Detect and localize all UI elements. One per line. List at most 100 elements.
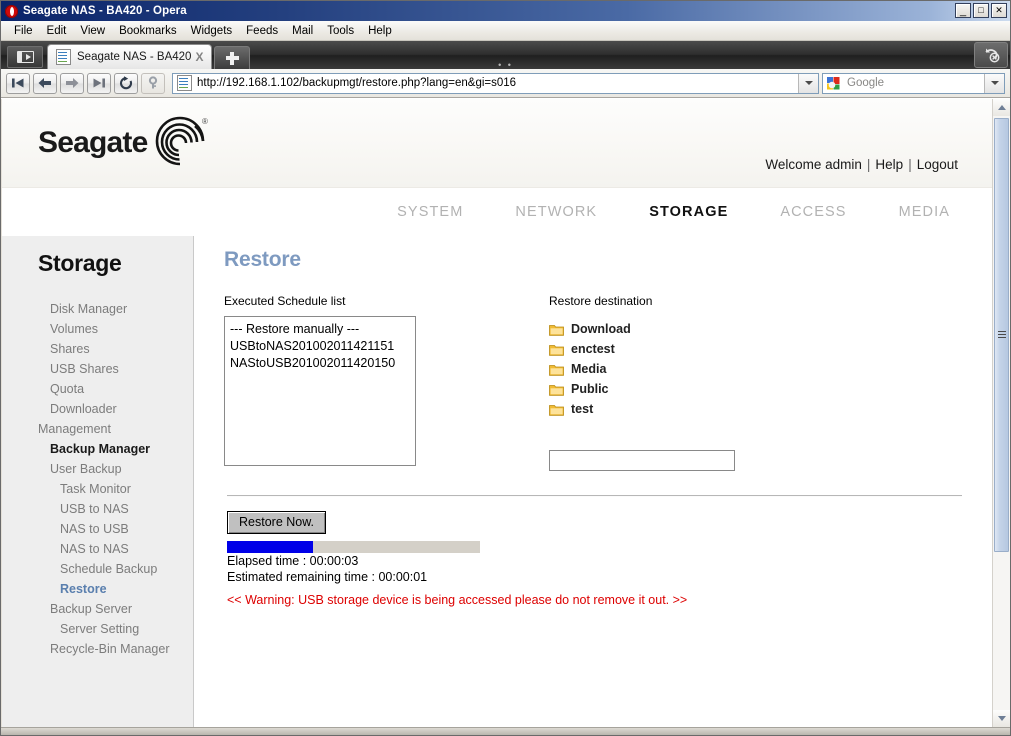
folder-name: test <box>571 402 594 416</box>
destination-path-input[interactable] <box>549 450 735 471</box>
menu-item-mail[interactable]: Mail <box>285 24 320 38</box>
opera-logo-icon <box>5 4 18 18</box>
menu-item-tools[interactable]: Tools <box>320 24 361 38</box>
site-header: Seagate ® Welcome admin | Help | Logout <box>2 99 992 188</box>
sidebar-item-downloader[interactable]: Downloader <box>2 399 193 419</box>
sidebar-item-server-setting[interactable]: Server Setting <box>2 619 193 639</box>
sidebar-item-user-backup[interactable]: User Backup <box>2 459 193 479</box>
sidebar-item-restore[interactable]: Restore <box>2 579 193 599</box>
browser-tab[interactable]: Seagate NAS - BA420 X <box>47 44 213 69</box>
rewind-button[interactable] <box>6 72 30 94</box>
list-item[interactable]: NAStoUSB201002011420150 <box>230 355 410 372</box>
sidebar-item-volumes[interactable]: Volumes <box>2 319 193 339</box>
plus-icon <box>225 51 239 65</box>
sidebar-item-task-monitor[interactable]: Task Monitor <box>2 479 193 499</box>
new-tab-button[interactable] <box>214 46 251 69</box>
folder-icon <box>549 384 564 396</box>
google-icon <box>827 76 840 89</box>
list-item[interactable]: Download <box>549 322 992 337</box>
scrollbar-thumb[interactable] <box>994 118 1009 552</box>
sidebar-item-usb-shares[interactable]: USB Shares <box>2 359 193 379</box>
search-engine-dropdown-button[interactable] <box>984 73 1004 93</box>
executed-schedule-listbox[interactable]: --- Restore manually --- USBtoNAS2010020… <box>224 316 416 466</box>
seagate-logo: Seagate ® <box>38 111 213 175</box>
sidebar-item-nas-to-nas[interactable]: NAS to NAS <box>2 539 193 559</box>
folder-name: Download <box>571 322 631 336</box>
tab-bar: Seagate NAS - BA420 X • • <box>1 41 1010 70</box>
maximize-button[interactable]: □ <box>973 3 989 18</box>
menu-item-widgets[interactable]: Widgets <box>184 24 240 38</box>
list-item[interactable]: test <box>549 402 992 417</box>
sidebar-item-backup-server[interactable]: Backup Server <box>2 599 193 619</box>
nav-tab-media[interactable]: MEDIA <box>899 204 950 220</box>
sidebar-item-management[interactable]: Management <box>2 419 193 439</box>
panel-toggle-button[interactable] <box>7 46 43 68</box>
folder-name: Public <box>571 382 609 396</box>
restore-destination-label: Restore destination <box>549 294 653 308</box>
undo-close-tab-icon <box>985 48 1000 63</box>
address-url-text: http://192.168.1.102/backupmgt/restore.p… <box>197 77 517 89</box>
nav-tab-system[interactable]: SYSTEM <box>397 204 463 220</box>
seagate-wordmark: Seagate <box>38 126 148 159</box>
list-item[interactable]: Media <box>549 362 992 377</box>
help-link[interactable]: Help <box>875 157 903 172</box>
forward-button[interactable] <box>60 72 84 94</box>
sidebar-item-shares[interactable]: Shares <box>2 339 193 359</box>
list-item[interactable]: enctest <box>549 342 992 357</box>
address-dropdown-button[interactable] <box>798 73 818 93</box>
back-button[interactable] <box>33 72 57 94</box>
sidebar-item-quota[interactable]: Quota <box>2 379 193 399</box>
menu-item-bookmarks[interactable]: Bookmarks <box>112 24 184 38</box>
sidebar-item-schedule-backup[interactable]: Schedule Backup <box>2 559 193 579</box>
window-controls: _ □ ✕ <box>955 3 1007 18</box>
list-item[interactable]: --- Restore manually --- <box>230 321 410 338</box>
address-toolbar: http://192.168.1.102/backupmgt/restore.p… <box>1 69 1010 98</box>
close-button[interactable]: ✕ <box>991 3 1007 18</box>
sidebar-item-nas-to-usb[interactable]: NAS to USB <box>2 519 193 539</box>
logout-link[interactable]: Logout <box>917 157 958 172</box>
nav-tab-access[interactable]: ACCESS <box>780 204 846 220</box>
nav-tab-network[interactable]: NETWORK <box>515 204 597 220</box>
list-item[interactable]: Public <box>549 382 992 397</box>
sidebar-item-disk-manager[interactable]: Disk Manager <box>2 299 193 319</box>
status-bar <box>1 727 1010 735</box>
restore-progress-bar <box>227 541 480 553</box>
schedule-list-label: Executed Schedule list <box>224 294 346 308</box>
restore-now-button[interactable]: Restore Now. <box>227 511 327 534</box>
seagate-spiral-icon: ® <box>156 116 208 166</box>
scrollbar-track[interactable] <box>993 116 1010 710</box>
reload-icon <box>119 76 133 90</box>
list-item[interactable]: USBtoNAS201002011421151 <box>230 338 410 355</box>
page-scrollbar[interactable] <box>992 99 1010 727</box>
sidebar-item-usb-to-nas[interactable]: USB to NAS <box>2 499 193 519</box>
schedule-list-column: Executed Schedule list --- Restore manua… <box>224 294 544 471</box>
tab-close-icon[interactable]: X <box>191 50 207 64</box>
fast-forward-button[interactable] <box>87 72 111 94</box>
menu-item-edit[interactable]: Edit <box>40 24 74 38</box>
menu-item-view[interactable]: View <box>73 24 112 38</box>
chevron-up-icon <box>997 105 1006 110</box>
minimize-button[interactable]: _ <box>955 3 971 18</box>
folder-icon <box>549 344 564 356</box>
scroll-up-button[interactable] <box>993 99 1010 116</box>
elapsed-time-text: Elapsed time : 00:00:03 <box>227 554 359 568</box>
opera-browser-window: Seagate NAS - BA420 - Opera _ □ ✕ File E… <box>0 0 1011 736</box>
security-key-button[interactable] <box>141 72 165 94</box>
reload-button[interactable] <box>114 72 138 94</box>
nav-tab-storage[interactable]: STORAGE <box>649 204 728 220</box>
close-icon: ✕ <box>995 5 1003 15</box>
tab-title: Seagate NAS - BA420 <box>77 51 192 63</box>
scroll-down-button[interactable] <box>993 710 1010 727</box>
sidebar-item-backup-manager[interactable]: Backup Manager <box>2 439 193 459</box>
minimize-icon: _ <box>959 5 967 17</box>
key-icon <box>148 76 158 89</box>
menu-item-help[interactable]: Help <box>361 24 399 38</box>
search-input[interactable]: Google <box>847 77 984 89</box>
form-columns: Executed Schedule list --- Restore manua… <box>224 294 992 471</box>
menu-item-feeds[interactable]: Feeds <box>239 24 285 38</box>
search-bar[interactable]: Google <box>822 72 1005 94</box>
menu-item-file[interactable]: File <box>7 24 40 38</box>
sidebar-item-recycle-bin-manager[interactable]: Recycle-Bin Manager <box>2 639 193 659</box>
address-bar[interactable]: http://192.168.1.102/backupmgt/restore.p… <box>172 72 819 94</box>
trash-undo-tab-button[interactable] <box>974 42 1008 68</box>
